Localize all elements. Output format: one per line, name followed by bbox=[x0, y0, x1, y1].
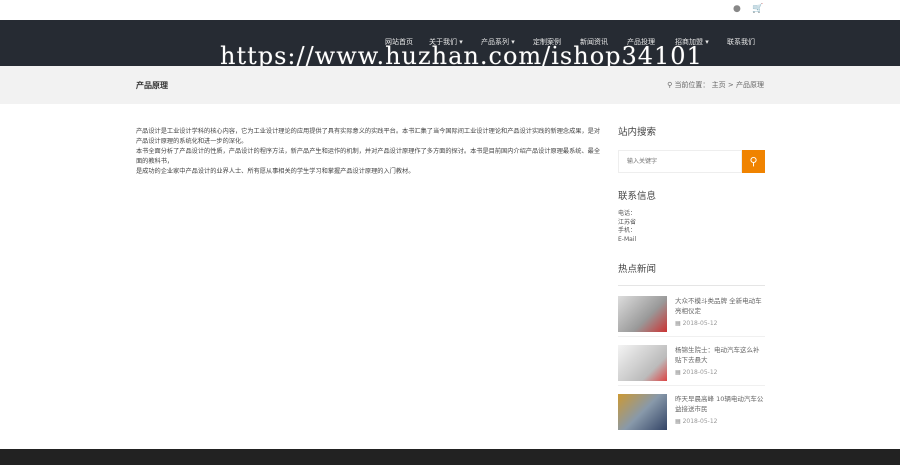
breadcrumb-label: 当前位置： bbox=[674, 81, 710, 89]
news-date: 2018-05-12 bbox=[682, 418, 718, 425]
news-date: 2018-05-12 bbox=[682, 369, 718, 376]
contact-title: 联系信息 bbox=[618, 191, 657, 202]
nav-contact[interactable]: 联系我们 bbox=[727, 37, 755, 47]
breadcrumb-current: 产品原理 bbox=[736, 81, 764, 89]
search-icon: ⚲ bbox=[749, 156, 758, 168]
news-item[interactable]: 昨天早晨高峰 10辆电动汽车公益接送市民 ▦ 2018-05-12 bbox=[618, 394, 765, 435]
divider bbox=[618, 285, 765, 286]
search-input[interactable] bbox=[618, 150, 742, 173]
search-title: 站内搜索 bbox=[618, 127, 657, 138]
breadcrumb: ⚲ 当前位置： 主页 > 产品原理 bbox=[667, 81, 764, 89]
breadcrumb-home[interactable]: 主页 bbox=[712, 81, 726, 89]
news-link[interactable]: 大众不模斗类品牌 全新电动车亮相仪定 bbox=[675, 296, 765, 316]
news-link[interactable]: 昨天早晨高峰 10辆电动汽车公益接送市民 bbox=[675, 394, 765, 414]
cart-icon[interactable]: 🛒 bbox=[752, 4, 763, 14]
paragraph: 是成功的企业家中产品设计的业界人士、所有愿从事相关的学生学习和掌握产品设计原理的… bbox=[136, 168, 415, 175]
contact-info: 电话： 江苏省 手机： E-Mail bbox=[618, 210, 765, 244]
page-title: 产品原理 bbox=[136, 81, 168, 90]
news-thumbnail[interactable] bbox=[618, 394, 667, 430]
footer bbox=[0, 449, 900, 465]
news-thumbnail[interactable] bbox=[618, 296, 667, 332]
contact-email: E-Mail bbox=[618, 235, 637, 243]
news-date: 2018-05-12 bbox=[682, 320, 718, 327]
paragraph: 产品设计是工业设计学科的核心内容，它为工业设计理论的应用提供了具有实际意义的实践… bbox=[136, 128, 601, 145]
contact-address: 江苏省 bbox=[618, 218, 637, 226]
calendar-icon: ▦ bbox=[675, 369, 683, 376]
contact-phone: 电话： bbox=[618, 210, 637, 217]
calendar-icon: ▦ bbox=[675, 418, 683, 425]
page-header: 产品原理 ⚲ 当前位置： 主页 > 产品原理 bbox=[0, 66, 900, 104]
search-button[interactable]: ⚲ bbox=[742, 150, 765, 173]
user-icon[interactable]: ● bbox=[733, 4, 741, 14]
news-title: 热点新闻 bbox=[618, 264, 657, 275]
article-body: 产品设计是工业设计学科的核心内容，它为工业设计理论的应用提供了具有实际意义的实践… bbox=[136, 127, 606, 177]
sidebar: 站内搜索 ⚲ 联系信息 电话： 江苏省 手机： E-Mail 热点新闻 大众不模… bbox=[618, 124, 765, 443]
paragraph: 本书全面分析了产品设计的性质，产品设计的程序方法，新产品产生和运作的机制，并对产… bbox=[136, 148, 601, 165]
news-item[interactable]: 杨锦生院士：电动汽车这么补贴下去悬大 ▦ 2018-05-12 bbox=[618, 345, 765, 386]
contact-mobile: 手机： bbox=[618, 227, 637, 234]
news-item[interactable]: 大众不模斗类品牌 全新电动车亮相仪定 ▦ 2018-05-12 bbox=[618, 296, 765, 337]
news-thumbnail[interactable] bbox=[618, 345, 667, 381]
news-link[interactable]: 杨锦生院士：电动汽车这么补贴下去悬大 bbox=[675, 345, 765, 365]
top-bar: ● 🛒 bbox=[0, 0, 900, 20]
search-box: ⚲ bbox=[618, 150, 765, 173]
calendar-icon: ▦ bbox=[675, 320, 683, 327]
